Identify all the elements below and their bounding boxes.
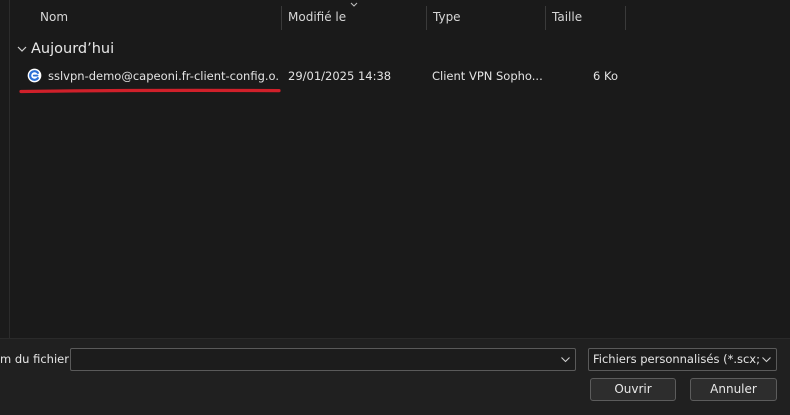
file-size: 6 Ko <box>593 69 618 83</box>
red-annotation-underline <box>19 88 281 94</box>
sophos-connect-icon <box>27 68 42 83</box>
file-name: sslvpn-demo@capeoni.fr-client-config.o..… <box>48 69 280 83</box>
open-button[interactable]: Ouvrir <box>590 378 676 401</box>
column-header-name[interactable]: Nom <box>34 0 281 32</box>
chevron-down-icon[interactable] <box>761 354 772 365</box>
column-separator[interactable] <box>625 6 626 30</box>
file-open-dialog: Nom Modifié le Type Taille Aujourd’hui s… <box>0 0 790 415</box>
column-header-size-label: Taille <box>552 10 583 24</box>
column-header-row: Nom Modifié le Type Taille <box>10 0 790 32</box>
chevron-down-icon <box>17 46 27 52</box>
chevron-down-icon[interactable] <box>560 354 571 365</box>
file-type-filter-select[interactable]: Fichiers personnalisés (*.scx;*.tgb <box>588 348 777 371</box>
file-row[interactable]: sslvpn-demo@capeoni.fr-client-config.o..… <box>10 64 790 88</box>
navigation-pane <box>0 0 10 338</box>
column-header-size[interactable]: Taille <box>546 0 625 32</box>
file-type-filter-value: Fichiers personnalisés (*.scx;*.tgb <box>593 352 759 366</box>
column-header-name-label: Nom <box>40 10 69 24</box>
file-modified-date: 29/01/2025 14:38 <box>288 69 392 83</box>
group-header-today[interactable]: Aujourd’hui <box>16 38 114 60</box>
group-header-label: Aujourd’hui <box>31 41 115 57</box>
filename-label: m du fichier : <box>0 352 77 366</box>
filename-input[interactable] <box>74 350 558 371</box>
column-header-modified-label: Modifié le <box>288 10 347 24</box>
filename-combobox[interactable] <box>70 348 576 371</box>
file-list: Nom Modifié le Type Taille Aujourd’hui s… <box>10 0 790 338</box>
column-header-modified[interactable]: Modifié le <box>282 0 426 32</box>
dialog-footer: m du fichier : Fichiers personnalisés (*… <box>0 338 790 415</box>
column-header-type-label: Type <box>433 10 461 24</box>
file-type: Client VPN Sopho... <box>432 69 543 83</box>
cancel-button[interactable]: Annuler <box>690 378 777 401</box>
column-header-type[interactable]: Type <box>427 0 545 32</box>
